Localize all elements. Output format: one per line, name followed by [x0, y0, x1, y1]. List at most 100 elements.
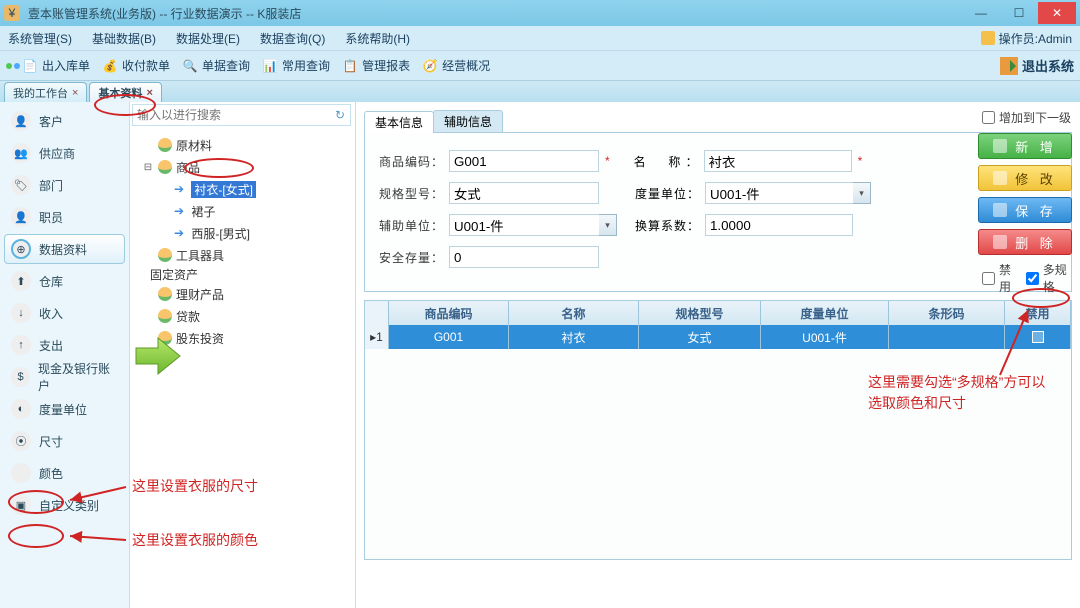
sidebar-item-size[interactable]: ⦿尺寸 — [4, 426, 125, 456]
search-input[interactable] — [133, 108, 330, 122]
sidebar-item-data[interactable]: ⊕数据资料 — [4, 234, 125, 264]
tab-basic-data[interactable]: 基本资料× — [89, 82, 161, 102]
minus-icon — [993, 235, 1007, 249]
checkbox-add-next-level[interactable]: 增加到下一级 — [978, 108, 1072, 127]
color-icon — [11, 463, 31, 483]
action-panel: 增加到下一级 新 增 修 改 保 存 删 除 禁用 多规格 — [978, 108, 1072, 295]
label-safe-stock: 安全存量： — [379, 249, 443, 266]
data-grid: 商品编码 名称 规格型号 度量单位 条形码 禁用 ▸1 G001 衬衣 女式 U… — [364, 300, 1072, 560]
tree-node-goods[interactable]: ⊟商品 — [142, 156, 355, 178]
tree-node-suit-male[interactable]: ➔ 西服-[男式] — [142, 222, 355, 244]
maximize-button[interactable]: ☐ — [1000, 2, 1038, 24]
menu-basic-data[interactable]: 基础数据(B) — [92, 30, 156, 47]
menubar: 系统管理(S) 基础数据(B) 数据处理(E) 数据查询(Q) 系统帮助(H) … — [0, 26, 1080, 50]
input-code[interactable] — [449, 150, 599, 172]
input-spec[interactable] — [449, 182, 599, 204]
sidebar-item-cash-bank[interactable]: $现金及银行账户 — [4, 362, 125, 392]
tree-node-loan[interactable]: 贷款 — [142, 305, 355, 327]
tree-node-skirt[interactable]: ➔ 裙子 — [142, 200, 355, 222]
report-icon: 📋 — [342, 58, 358, 74]
app-icon: ¥ — [4, 5, 20, 21]
category-icon — [158, 287, 172, 301]
edit-button[interactable]: 修 改 — [978, 165, 1072, 191]
plus-icon — [993, 139, 1007, 153]
unit-dropdown-icon[interactable] — [853, 182, 871, 204]
save-button[interactable]: 保 存 — [978, 197, 1072, 223]
sidebar-item-employee[interactable]: 👤职员 — [4, 202, 125, 232]
header-code[interactable]: 商品编码 — [389, 301, 509, 325]
menu-data-process[interactable]: 数据处理(E) — [176, 30, 240, 47]
money-icon: 💰 — [102, 58, 118, 74]
header-unit[interactable]: 度量单位 — [761, 301, 889, 325]
checkbox-multispec[interactable]: 多规格 — [1022, 261, 1072, 295]
input-unit[interactable] — [705, 182, 853, 204]
unit-icon: ◐ — [11, 399, 31, 419]
sidebar-item-expense[interactable]: ↑支出 — [4, 330, 125, 360]
tab-aux-info[interactable]: 辅助信息 — [433, 110, 503, 132]
exit-system[interactable]: 退出系统 — [1000, 56, 1074, 75]
tree-node-financial[interactable]: 理财产品 — [142, 283, 355, 305]
tree-node-shirt-female[interactable]: ➔ 衬衣-[女式] — [142, 178, 355, 200]
pencil-icon — [993, 171, 1007, 185]
disk-icon — [993, 203, 1007, 217]
tab-basic-info[interactable]: 基本信息 — [364, 111, 434, 133]
close-icon[interactable]: × — [72, 87, 78, 99]
grid-row[interactable]: ▸1 G001 衬衣 女式 U001-件 — [365, 325, 1071, 349]
input-name[interactable] — [704, 150, 852, 172]
sidebar-item-warehouse[interactable]: ⬆仓库 — [4, 266, 125, 296]
menu-system[interactable]: 系统管理(S) — [8, 30, 72, 47]
sidebar-item-custom-category[interactable]: ▣自定义类别 — [4, 490, 125, 520]
delete-button[interactable]: 删 除 — [978, 229, 1072, 255]
arrow-icon: ➔ — [174, 226, 188, 240]
add-button[interactable]: 新 增 — [978, 133, 1072, 159]
cell-disabled — [1005, 325, 1071, 349]
tool-overview[interactable]: 🧭经营概况 — [422, 57, 490, 74]
tool-payment-order[interactable]: 💰收付款单 — [102, 57, 170, 74]
cash-icon: $ — [11, 367, 30, 387]
sidebar-item-unit[interactable]: ◐度量单位 — [4, 394, 125, 424]
tree-node-raw[interactable]: 原材料 — [142, 134, 355, 156]
sidebar-item-income[interactable]: ↓收入 — [4, 298, 125, 328]
header-disabled[interactable]: 禁用 — [1005, 301, 1071, 325]
sidebar-item-supplier[interactable]: 👥供应商 — [4, 138, 125, 168]
sidebar-item-department[interactable]: 🏷部门 — [4, 170, 125, 200]
reload-icon[interactable]: ↻ — [330, 108, 350, 122]
tool-common-query[interactable]: 📊常用查询 — [262, 57, 330, 74]
tool-report[interactable]: 📋管理报表 — [342, 57, 410, 74]
checkbox-disable[interactable]: 禁用 — [978, 261, 1018, 295]
header-spec[interactable]: 规格型号 — [639, 301, 761, 325]
menu-data-query[interactable]: 数据查询(Q) — [260, 30, 325, 47]
header-name[interactable]: 名称 — [509, 301, 639, 325]
input-safe-stock[interactable] — [449, 246, 599, 268]
form-tabs: 基本信息 辅助信息 — [364, 110, 1072, 133]
overview-icon: 🧭 — [422, 58, 438, 74]
menu-help[interactable]: 系统帮助(H) — [345, 30, 410, 47]
input-rate[interactable] — [705, 214, 853, 236]
cell-spec: 女式 — [639, 325, 761, 349]
input-aux-unit[interactable] — [449, 214, 599, 236]
tool-order-query[interactable]: 🔍单据查询 — [182, 57, 250, 74]
minimize-button[interactable]: — — [962, 2, 1000, 24]
tree-node-fixed-assets[interactable]: 固定资产 — [142, 266, 355, 283]
category-icon — [158, 138, 172, 152]
arrow-icon: ➔ — [174, 204, 188, 218]
aux-unit-dropdown-icon[interactable] — [599, 214, 617, 236]
tool-stock-order[interactable]: 📄出入库单 — [6, 57, 90, 74]
tab-workbench[interactable]: 我的工作台× — [4, 82, 87, 102]
category-icon: ▣ — [11, 495, 31, 515]
sidebar-item-customer[interactable]: 👤客户 — [4, 106, 125, 136]
grid-header-row: 商品编码 名称 规格型号 度量单位 条形码 禁用 — [365, 301, 1071, 325]
grid-body — [365, 349, 1071, 559]
cell-code: G001 — [389, 325, 509, 349]
sidebar-item-color[interactable]: 颜色 — [4, 458, 125, 488]
required-mark: * — [858, 154, 863, 168]
size-icon: ⦿ — [11, 431, 31, 451]
tree-node-tools[interactable]: 工具器具 — [142, 244, 355, 266]
operator-label: 操作员:Admin — [999, 30, 1072, 47]
sidebar: 👤客户 👥供应商 🏷部门 👤职员 ⊕数据资料 ⬆仓库 ↓收入 ↑支出 $现金及银… — [0, 102, 130, 608]
expense-icon: ↑ — [11, 335, 31, 355]
label-rate: 换算系数： — [635, 217, 699, 234]
header-barcode[interactable]: 条形码 — [889, 301, 1005, 325]
close-button[interactable]: ✕ — [1038, 2, 1076, 24]
close-icon[interactable]: × — [146, 87, 152, 99]
